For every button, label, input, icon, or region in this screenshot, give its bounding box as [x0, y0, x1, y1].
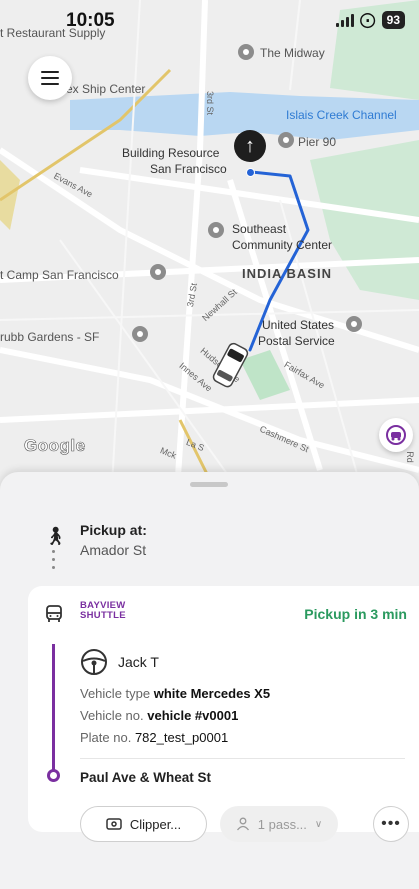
route-timeline: [52, 644, 55, 772]
map-label: Pier 90: [298, 135, 337, 149]
plate-number-row: Plate no. 782_test_p0001: [80, 730, 228, 745]
map-label: San Francisco: [150, 162, 227, 176]
street-label: 3rd St: [205, 90, 216, 116]
poi-marker: [346, 316, 362, 332]
card-icon: [106, 818, 122, 830]
neighborhood-label: INDIA BASIN: [242, 266, 332, 281]
pickup-eta: Pickup in 3 min: [304, 606, 407, 622]
steering-wheel-icon: [81, 649, 107, 675]
street-label: Rd: [404, 451, 415, 463]
clipper-label: Clipper...: [129, 816, 182, 832]
map-label: United States: [262, 318, 335, 332]
vehicle-number-value: vehicle #v0001: [147, 708, 239, 723]
recenter-vehicle-button[interactable]: [379, 418, 413, 452]
brand-line-2: SHUTTLE: [80, 610, 126, 621]
plate-number-label: Plate no.: [80, 730, 132, 745]
poi-marker: [278, 132, 294, 148]
more-options-button[interactable]: •••: [373, 806, 409, 842]
passenger-count-label: 1 pass...: [257, 816, 307, 832]
driver-row: Jack T: [80, 648, 159, 676]
driver-name: Jack T: [118, 654, 159, 670]
passenger-count-select[interactable]: 1 pass... ∨: [220, 806, 338, 842]
vehicle-type-row: Vehicle type white Mercedes X5: [80, 686, 270, 701]
google-logo: Google: [24, 436, 86, 456]
more-icon: •••: [381, 815, 401, 832]
navigation-arrow-icon: ↑: [234, 130, 266, 162]
sheet-drag-handle[interactable]: [190, 482, 228, 487]
vehicle-type-value: white Mercedes X5: [153, 686, 271, 701]
map-label: Southeast: [232, 222, 287, 236]
pickup-label: Pickup at:: [80, 522, 147, 538]
bus-icon: [46, 605, 62, 622]
vehicle-type-label: Vehicle type: [80, 686, 151, 701]
status-time: 10:05: [66, 10, 115, 31]
clipper-payment-button[interactable]: Clipper...: [80, 806, 207, 842]
status-bar: 10:05 ⨀ 93: [0, 0, 419, 40]
map-label: rubb Gardens - SF: [0, 330, 100, 344]
ride-card: BAYVIEW SHUTTLE Pickup in 3 min Jack T V…: [28, 586, 419, 842]
dropoff-marker: [47, 769, 60, 782]
status-icons: ⨀ 93: [335, 10, 405, 30]
map-label: Community Center: [232, 238, 333, 252]
poi-marker: [132, 326, 148, 342]
poi-marker: [150, 264, 166, 280]
vehicle-marker-icon: [212, 342, 249, 388]
poi-marker: [208, 222, 224, 238]
menu-button[interactable]: [28, 56, 72, 100]
battery-indicator: 93: [381, 11, 405, 29]
map-label: ex Ship Center: [66, 82, 146, 96]
trip-details-sheet: 🚶︎ Pickup at: Amador St BAYVIEW SHUTTLE …: [0, 472, 419, 889]
walking-icon: 🚶︎: [44, 526, 67, 546]
pickup-street: Amador St: [80, 542, 147, 558]
divider: [80, 758, 405, 759]
vehicle-number-row: Vehicle no. vehicle #v0001: [80, 708, 238, 723]
walk-path-dots: [52, 550, 55, 569]
vehicle-number-label: Vehicle no.: [80, 708, 144, 723]
pickup-location-marker: [246, 168, 255, 177]
map-label: Postal Service: [258, 334, 335, 348]
hamburger-icon: [41, 71, 59, 85]
plate-number-value: 782_test_p0001: [134, 730, 229, 745]
person-icon: [236, 817, 249, 831]
water-label: Islais Creek Channel: [286, 108, 397, 122]
map-label: Building Resource: [122, 146, 220, 160]
wifi-icon: ⨀: [359, 12, 376, 29]
brand-logo: BAYVIEW SHUTTLE: [80, 601, 126, 621]
chevron-down-icon: ∨: [314, 818, 323, 830]
map-label: t Camp San Francisco: [0, 268, 119, 282]
signal-icon: [335, 13, 354, 27]
dropoff-address: Paul Ave & Wheat St: [80, 770, 212, 785]
car-locate-icon: [386, 425, 406, 445]
poi-marker: [238, 44, 254, 60]
map-view[interactable]: t Restaurant Supply The Midway ex Ship C…: [0, 0, 419, 520]
map-label: The Midway: [260, 46, 325, 60]
